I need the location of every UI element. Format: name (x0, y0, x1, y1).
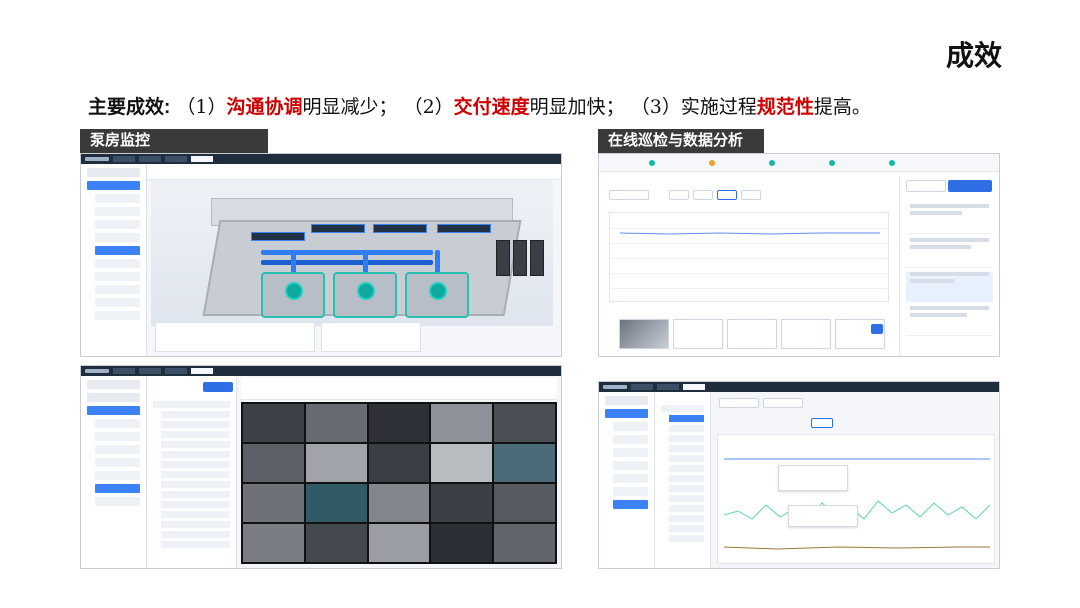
camera-feed[interactable] (494, 404, 555, 442)
app-topbar (81, 154, 561, 164)
tab-data-analysis[interactable] (763, 398, 803, 408)
camera-feed[interactable] (243, 484, 304, 522)
pump-unit[interactable] (333, 272, 397, 318)
checklist-item[interactable] (906, 204, 993, 234)
summary-line: 主要成效: （1）沟通协调明显减少； （2）交付速度明显加快； （3）实施过程规… (88, 92, 871, 119)
slide: 成效 主要成效: （1）沟通协调明显减少； （2）交付速度明显加快； （3）实施… (0, 0, 1080, 608)
item2-number: （2） (403, 96, 454, 118)
app-sidebar (81, 164, 147, 356)
camera-feed[interactable] (431, 484, 493, 522)
item3-highlight: 规范性 (756, 96, 814, 118)
analysis-series-lines (723, 458, 991, 550)
app-logo-icon (85, 157, 109, 161)
inspection-checklist (899, 176, 999, 356)
app-sidebar (81, 376, 147, 568)
camera-icon[interactable] (871, 324, 883, 334)
camera-feed[interactable] (243, 444, 304, 482)
pump-label (373, 224, 427, 233)
camera-feed[interactable] (368, 524, 430, 562)
app-topbar (81, 366, 561, 376)
snapshot-thumbnails (619, 319, 885, 349)
range-button[interactable] (741, 190, 761, 200)
search-button[interactable] (203, 382, 233, 392)
pump-room-3d-view (151, 180, 553, 326)
summary-colon: : (164, 97, 171, 118)
tab-data[interactable] (948, 180, 992, 192)
chart-tooltip (788, 505, 858, 527)
camera-feed[interactable] (243, 404, 304, 442)
data-analysis-screenshot (598, 381, 1000, 569)
pump-label (437, 224, 491, 233)
slide-title: 成效 (945, 40, 1002, 71)
camera-monitor-screenshot (80, 365, 562, 569)
range-button[interactable] (717, 190, 737, 200)
time-range-select[interactable] (609, 190, 649, 200)
pump-label (251, 232, 305, 241)
item3-text: 提高。 (813, 96, 871, 118)
camera-feed[interactable] (243, 524, 304, 562)
pump-room-info-panel (155, 322, 315, 352)
camera-feed[interactable] (494, 484, 555, 522)
item3-number: （3） (630, 96, 681, 118)
checklist-item[interactable] (906, 272, 993, 302)
pressure-series-line (619, 232, 880, 235)
item1-text: 明显减少； (302, 96, 398, 118)
summary-label: 主要成效 (88, 97, 165, 118)
camera-feed[interactable] (494, 444, 555, 482)
camera-feed[interactable] (368, 404, 430, 442)
tab-pump-environment[interactable] (719, 398, 759, 408)
section-tag-pump-room: 泵房监控 (80, 129, 268, 153)
snapshot-thumbnail[interactable] (619, 319, 669, 349)
camera-feed[interactable] (431, 404, 493, 442)
camera-feed[interactable] (494, 524, 555, 562)
multi-series-chart (717, 434, 995, 564)
control-cabinet (496, 240, 510, 276)
pump-room-screenshot (80, 153, 562, 357)
camera-toolbar (241, 378, 557, 400)
item1-highlight: 沟通协调 (226, 96, 303, 118)
range-button[interactable] (669, 190, 689, 200)
camera-video-grid (241, 402, 557, 564)
water-tank-panel (321, 322, 421, 352)
pressure-line-chart (609, 212, 889, 302)
pump-label (311, 224, 365, 233)
control-cabinet (513, 240, 527, 276)
camera-feed[interactable] (431, 524, 493, 562)
pump-unit[interactable] (261, 272, 325, 318)
item2-text: 明显加快； (529, 96, 625, 118)
device-tree (655, 392, 711, 568)
camera-feed[interactable] (305, 524, 367, 562)
snapshot-thumbnail[interactable] (727, 319, 777, 349)
inspection-screenshot (598, 153, 1000, 357)
camera-feed[interactable] (431, 444, 493, 482)
control-cabinet (530, 240, 544, 276)
pump-unit[interactable] (405, 272, 469, 318)
pump-room-toolbar (147, 164, 561, 180)
item3-prefix: 实施过程 (680, 96, 757, 118)
snapshot-thumbnail[interactable] (781, 319, 831, 349)
item1-number: （1） (176, 96, 227, 118)
camera-feed[interactable] (368, 444, 430, 482)
range-button[interactable] (811, 418, 833, 428)
checklist-item[interactable] (906, 238, 993, 268)
app-topbar (599, 382, 999, 392)
item2-highlight: 交付速度 (453, 96, 530, 118)
inspection-steps-bar (599, 154, 999, 172)
camera-feed[interactable] (305, 444, 367, 482)
checklist-item[interactable] (906, 306, 993, 336)
device-tree (147, 376, 237, 568)
tab-inspection[interactable] (906, 180, 946, 192)
section-tag-inspection: 在线巡检与数据分析 (598, 129, 764, 153)
camera-feed[interactable] (305, 484, 367, 522)
snapshot-thumbnail[interactable] (673, 319, 723, 349)
chart-tooltip (778, 465, 848, 491)
range-button[interactable] (693, 190, 713, 200)
camera-feed[interactable] (305, 404, 367, 442)
app-sidebar (599, 392, 655, 568)
camera-feed[interactable] (368, 484, 430, 522)
